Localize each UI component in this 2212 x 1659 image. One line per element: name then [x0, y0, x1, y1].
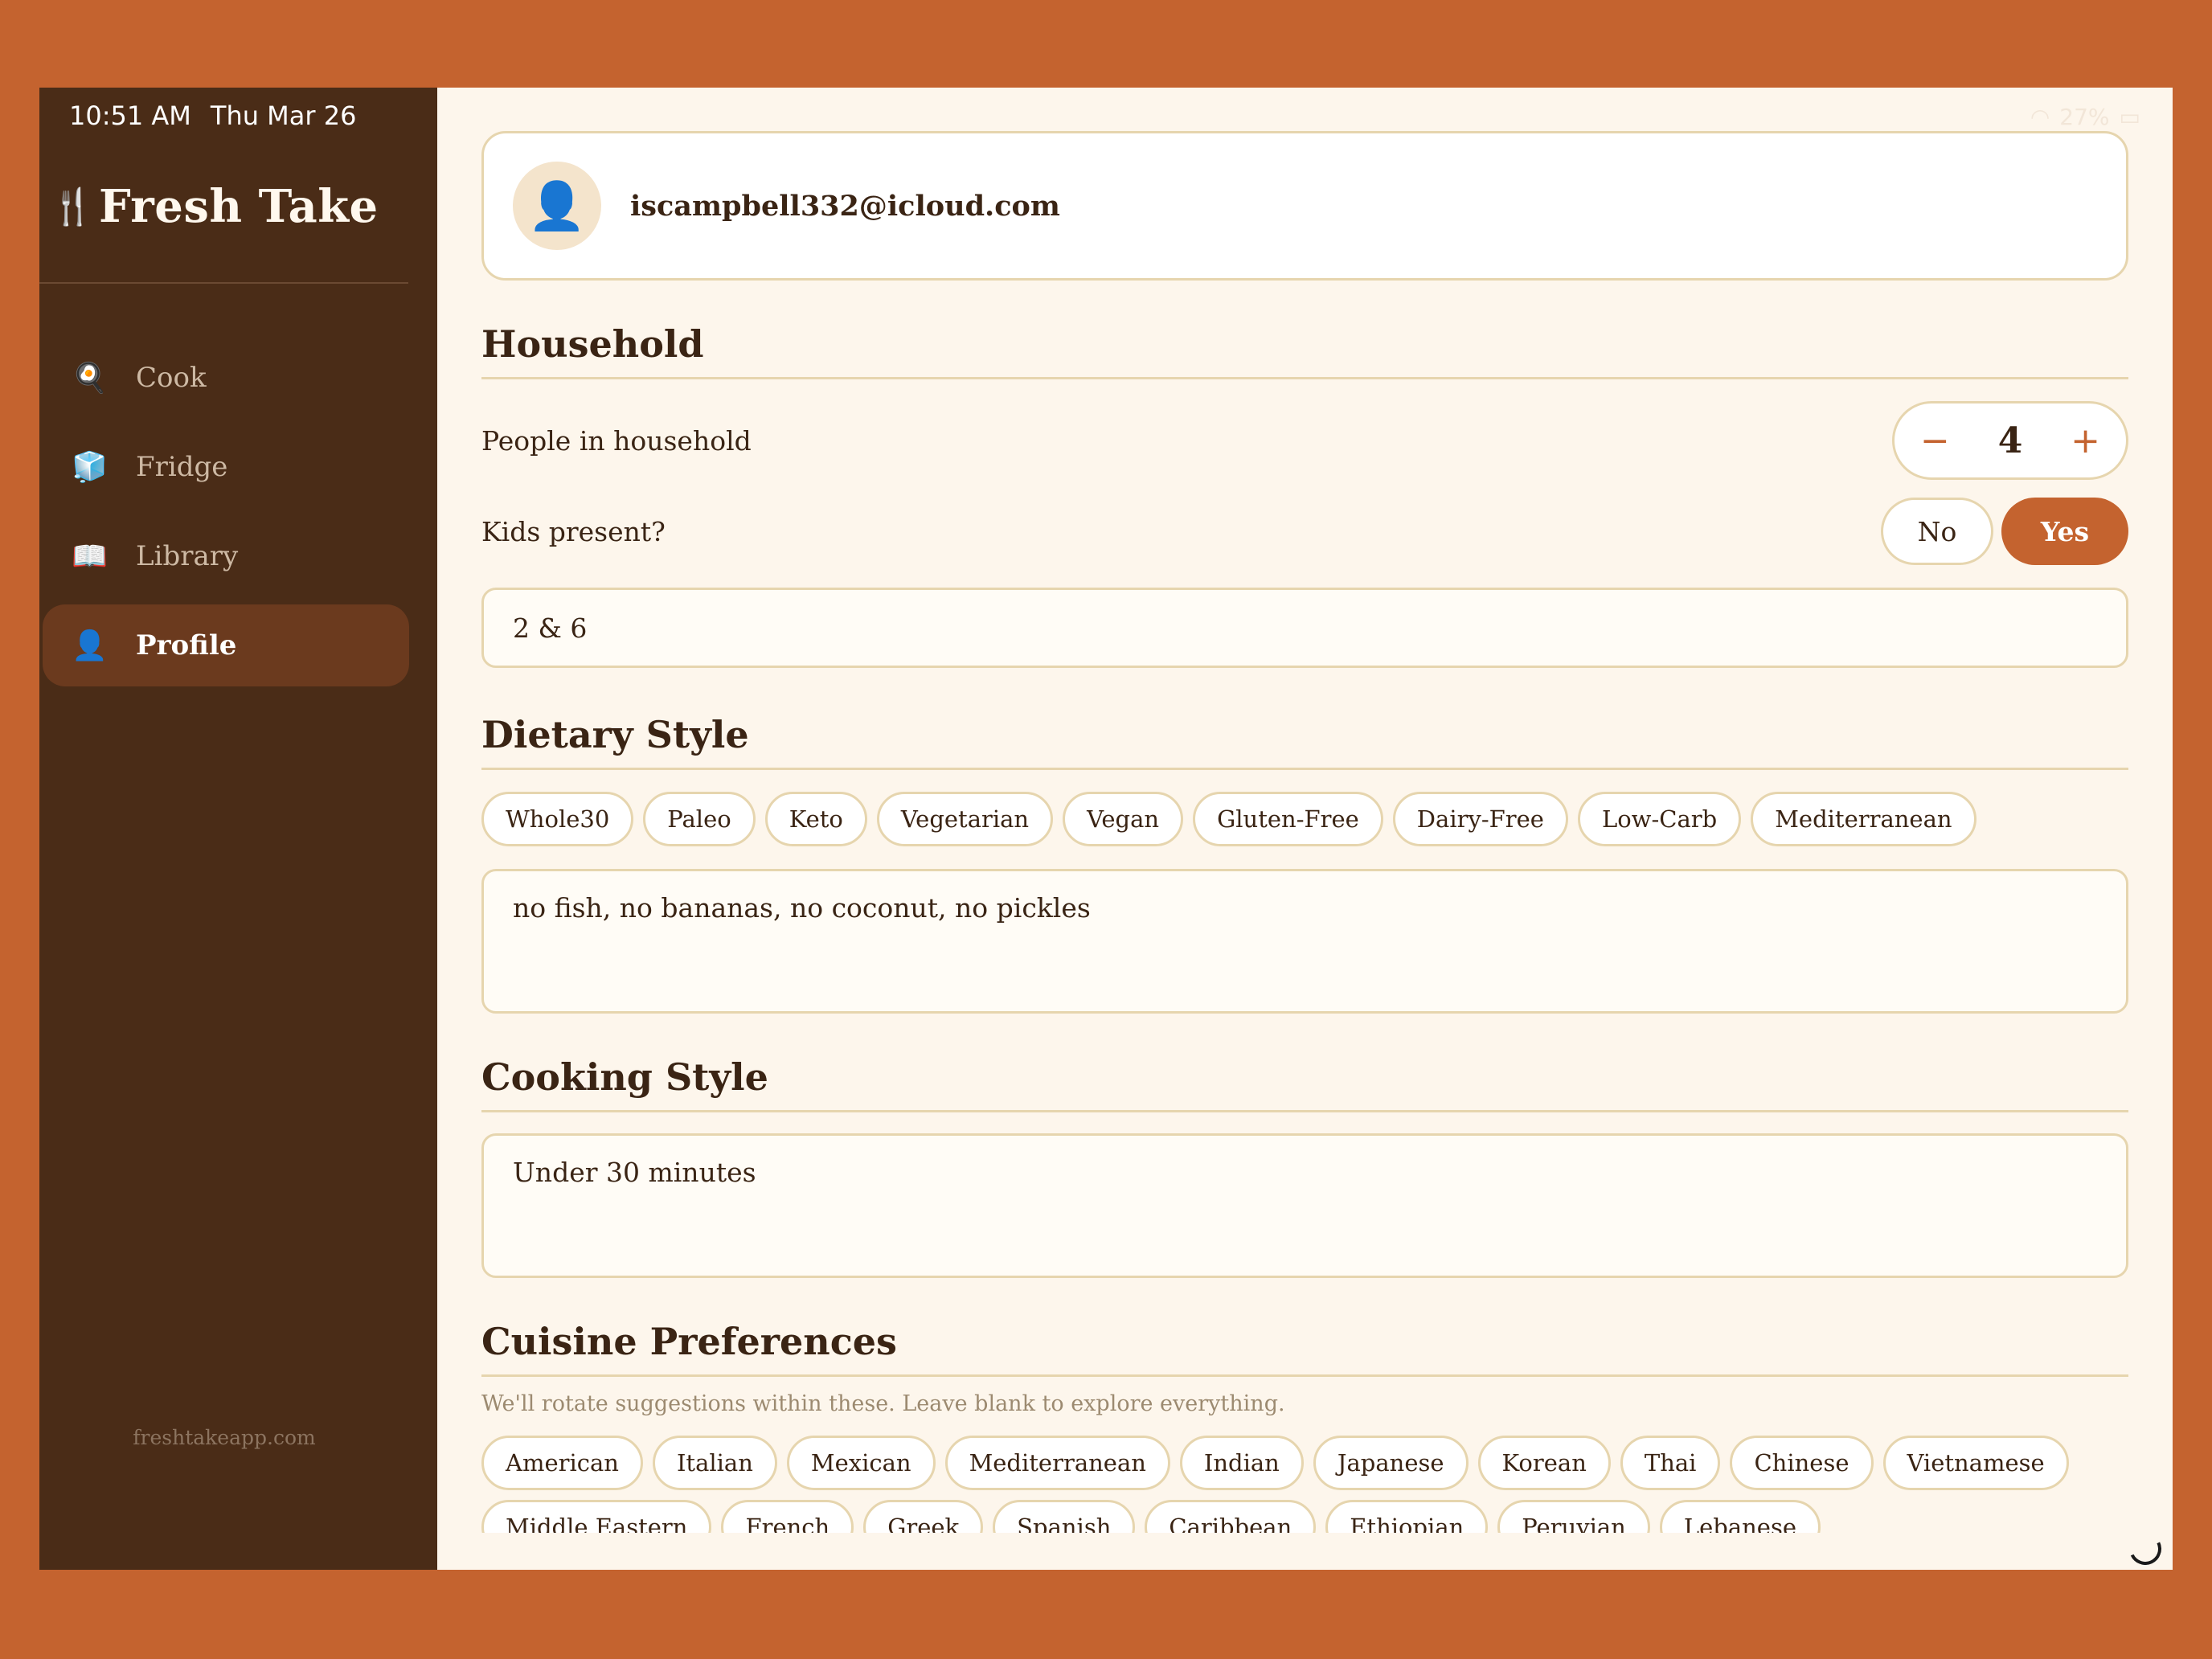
open-book-icon: 📖: [72, 540, 108, 573]
person-icon: 👤: [72, 629, 108, 662]
chip-low-carb[interactable]: Low-Carb: [1577, 792, 1742, 846]
sidebar-item-label: Fridge: [136, 451, 228, 483]
status-bar-left: 10:51 AM Thu Mar 26: [69, 100, 356, 131]
sidebar-nav: 🍳 Cook 🧊 Fridge 📖 Library 👤 Profile: [39, 337, 409, 694]
cuisine-helper-text: We'll rotate suggestions within these. L…: [481, 1391, 1285, 1416]
people-label: People in household: [481, 424, 752, 457]
chip-italian[interactable]: Italian: [652, 1436, 777, 1490]
kids-row: Kids present? No Yes: [481, 498, 2128, 565]
fork-knife-icon: 🍴: [51, 186, 95, 227]
chip-thai[interactable]: Thai: [1620, 1436, 1721, 1490]
section-title-cuisine: Cuisine Preferences: [481, 1320, 2128, 1377]
status-time: 10:51 AM: [69, 100, 191, 131]
account-email: iscampbell332@icloud.com: [630, 189, 1060, 223]
kids-ages-value: 2 & 6: [513, 612, 588, 644]
scroll-clip: [437, 1533, 2173, 1570]
chip-american[interactable]: American: [481, 1436, 643, 1490]
app-window: 10:51 AM Thu Mar 26 🍴 Fresh Take 🍳 Cook …: [39, 88, 2173, 1570]
chip-gluten-free[interactable]: Gluten-Free: [1193, 792, 1383, 846]
avatar: 👤: [513, 162, 601, 250]
brand: 🍴 Fresh Take: [51, 180, 379, 233]
section-title-cooking: Cooking Style: [481, 1055, 2128, 1112]
decrement-button[interactable]: −: [1920, 420, 1950, 461]
people-stepper: − 4 +: [1892, 401, 2128, 480]
section-title-dietary: Dietary Style: [481, 713, 2128, 770]
sidebar: 10:51 AM Thu Mar 26 🍴 Fresh Take 🍳 Cook …: [39, 88, 437, 1570]
battery-percent: 27%: [2059, 104, 2110, 130]
increment-button[interactable]: +: [2071, 420, 2100, 461]
chip-vegan[interactable]: Vegan: [1063, 792, 1184, 846]
status-date: Thu Mar 26: [210, 100, 357, 131]
frying-pan-icon: 🍳: [72, 362, 108, 395]
battery-icon: ▭: [2119, 104, 2140, 130]
chip-vegetarian[interactable]: Vegetarian: [876, 792, 1054, 846]
website-link[interactable]: freshtakeapp.com: [39, 1426, 409, 1449]
chip-vietnamese[interactable]: Vietnamese: [1882, 1436, 2069, 1490]
chip-keto[interactable]: Keto: [764, 792, 867, 846]
chip-japanese[interactable]: Japanese: [1313, 1436, 1469, 1490]
chip-dairy-free[interactable]: Dairy-Free: [1392, 792, 1568, 846]
cooking-style-value: Under 30 minutes: [513, 1157, 756, 1188]
dietary-notes-textarea[interactable]: no fish, no bananas, no coconut, no pick…: [481, 869, 2128, 1014]
sidebar-item-label: Library: [136, 540, 239, 572]
chip-mediterranean-cuisine[interactable]: Mediterranean: [944, 1436, 1170, 1490]
kids-no-button[interactable]: No: [1881, 498, 1993, 565]
sidebar-item-library[interactable]: 📖 Library: [43, 515, 409, 597]
kids-label: Kids present?: [481, 515, 666, 547]
dietary-chips: Whole30 Paleo Keto Vegetarian Vegan Glut…: [481, 792, 2128, 846]
section-title-household: Household: [481, 322, 2128, 379]
kids-yes-button[interactable]: Yes: [2001, 498, 2128, 565]
chip-korean[interactable]: Korean: [1477, 1436, 1611, 1490]
sidebar-item-label: Profile: [136, 629, 237, 662]
kids-toggle: No Yes: [1881, 498, 2128, 565]
dietary-notes-value: no fish, no bananas, no coconut, no pick…: [513, 892, 1091, 924]
cuisine-chips-row-1: American Italian Mexican Mediterranean I…: [481, 1436, 2128, 1490]
sidebar-item-label: Cook: [136, 362, 207, 394]
profile-main: ◠ 27% ▭ 👤 iscampbell332@icloud.com House…: [437, 88, 2173, 1570]
ice-cube-icon: 🧊: [72, 451, 108, 484]
sidebar-item-cook[interactable]: 🍳 Cook: [43, 337, 409, 419]
person-icon: 👤: [527, 178, 587, 233]
sidebar-item-fridge[interactable]: 🧊 Fridge: [43, 426, 409, 508]
chip-whole30[interactable]: Whole30: [481, 792, 634, 846]
chip-paleo[interactable]: Paleo: [643, 792, 756, 846]
people-row: People in household − 4 +: [481, 401, 2128, 480]
chip-mediterranean[interactable]: Mediterranean: [1751, 792, 1976, 846]
kids-ages-input[interactable]: 2 & 6: [481, 588, 2128, 668]
chip-mexican[interactable]: Mexican: [786, 1436, 936, 1490]
account-card: 👤 iscampbell332@icloud.com: [481, 131, 2128, 281]
people-count: 4: [1997, 420, 2023, 461]
wifi-icon: ◠: [2030, 104, 2050, 130]
brand-name: Fresh Take: [99, 180, 379, 233]
status-bar-right: ◠ 27% ▭: [2030, 104, 2140, 130]
chip-chinese[interactable]: Chinese: [1730, 1436, 1874, 1490]
sidebar-divider: [39, 282, 408, 284]
sidebar-item-profile[interactable]: 👤 Profile: [43, 604, 409, 686]
chip-indian[interactable]: Indian: [1179, 1436, 1304, 1490]
cooking-style-textarea[interactable]: Under 30 minutes: [481, 1133, 2128, 1278]
